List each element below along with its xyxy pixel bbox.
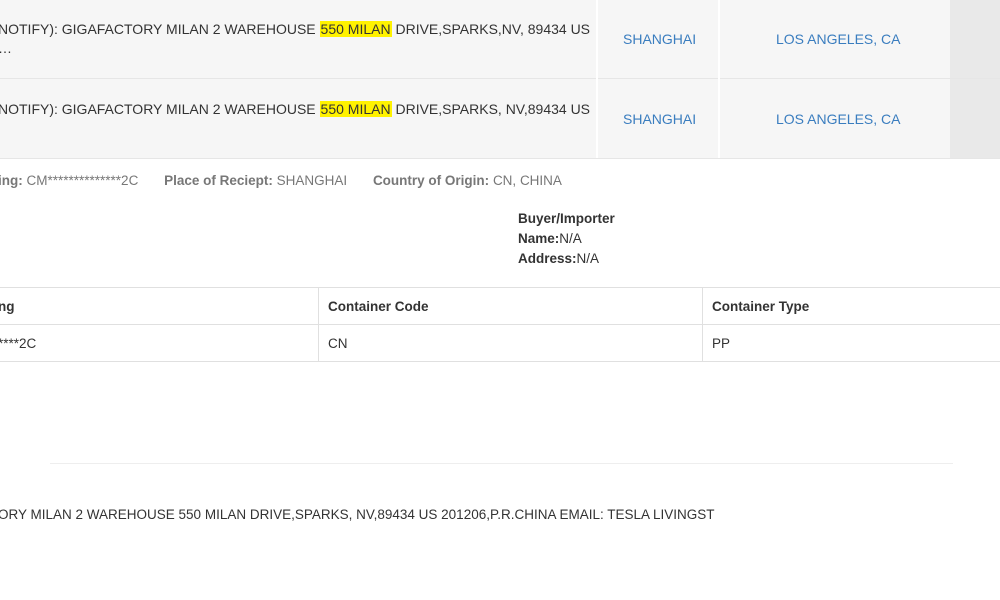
column-divider: [718, 0, 720, 158]
table-header-container-code: Container Code: [328, 299, 429, 314]
bill-of-lading-value: CM**************2C: [26, 173, 139, 188]
country-of-origin-label: Country of Origin:: [372, 173, 490, 188]
table-border: [0, 287, 1000, 288]
destination-port-link[interactable]: LOS ANGELES, CA: [776, 31, 901, 47]
place-of-receipt-label: Place of Reciept:: [164, 173, 273, 188]
section-divider: [50, 463, 953, 464]
address-ellipsis: …: [0, 40, 12, 56]
buyer-importer-title: Buyer/Importer: [518, 211, 615, 226]
consignee-address-text: ORY MILAN 2 WAREHOUSE 550 MILAN DRIVE,SP…: [0, 507, 715, 522]
result-address: NOTIFY): GIGAFACTORY MILAN 2 WAREHOUSE 5…: [0, 101, 590, 117]
buyer-address: Address:N/A: [518, 251, 600, 266]
row-separator: [0, 158, 1000, 159]
table-cell-container-code: CN: [328, 336, 348, 351]
origin-port-link[interactable]: SHANGHAI: [623, 31, 696, 47]
origin-port-link[interactable]: SHANGHAI: [623, 111, 696, 127]
search-highlight: 550 MILAN: [319, 101, 392, 117]
row-action-cell[interactable]: [950, 79, 1000, 158]
destination-port-link[interactable]: LOS ANGELES, CA: [776, 111, 901, 127]
result-address: NOTIFY): GIGAFACTORY MILAN 2 WAREHOUSE 5…: [0, 21, 590, 37]
table-column-border: [702, 287, 703, 361]
table-cell-bill: ****2C: [0, 336, 37, 351]
address-text: DRIVE,SPARKS,NV, 89434 US: [391, 21, 591, 37]
address-text: NOTIFY): GIGAFACTORY MILAN 2 WAREHOUSE: [0, 101, 320, 117]
country-of-origin-value: CN, CHINA: [492, 173, 562, 188]
table-header-container-type: Container Type: [712, 299, 810, 314]
shipment-details: ing: CM**************2C Place of Reciept…: [0, 173, 562, 188]
address-text: NOTIFY): GIGAFACTORY MILAN 2 WAREHOUSE: [0, 21, 320, 37]
table-border: [0, 324, 1000, 325]
buyer-name: Name:N/A: [518, 231, 582, 246]
address-text: DRIVE,SPARKS, NV,89434 US: [391, 101, 591, 117]
row-separator: [0, 78, 1000, 79]
search-highlight: 550 MILAN: [319, 21, 392, 37]
bill-of-lading-label: ing:: [0, 173, 23, 188]
column-divider: [596, 0, 598, 158]
table-border: [0, 361, 1000, 362]
place-of-receipt-value: SHANGHAI: [276, 173, 348, 188]
table-header-bill: ng: [0, 299, 15, 314]
table-cell-container-type: PP: [712, 336, 731, 351]
row-action-cell[interactable]: [950, 0, 1000, 78]
table-column-border: [318, 287, 319, 361]
